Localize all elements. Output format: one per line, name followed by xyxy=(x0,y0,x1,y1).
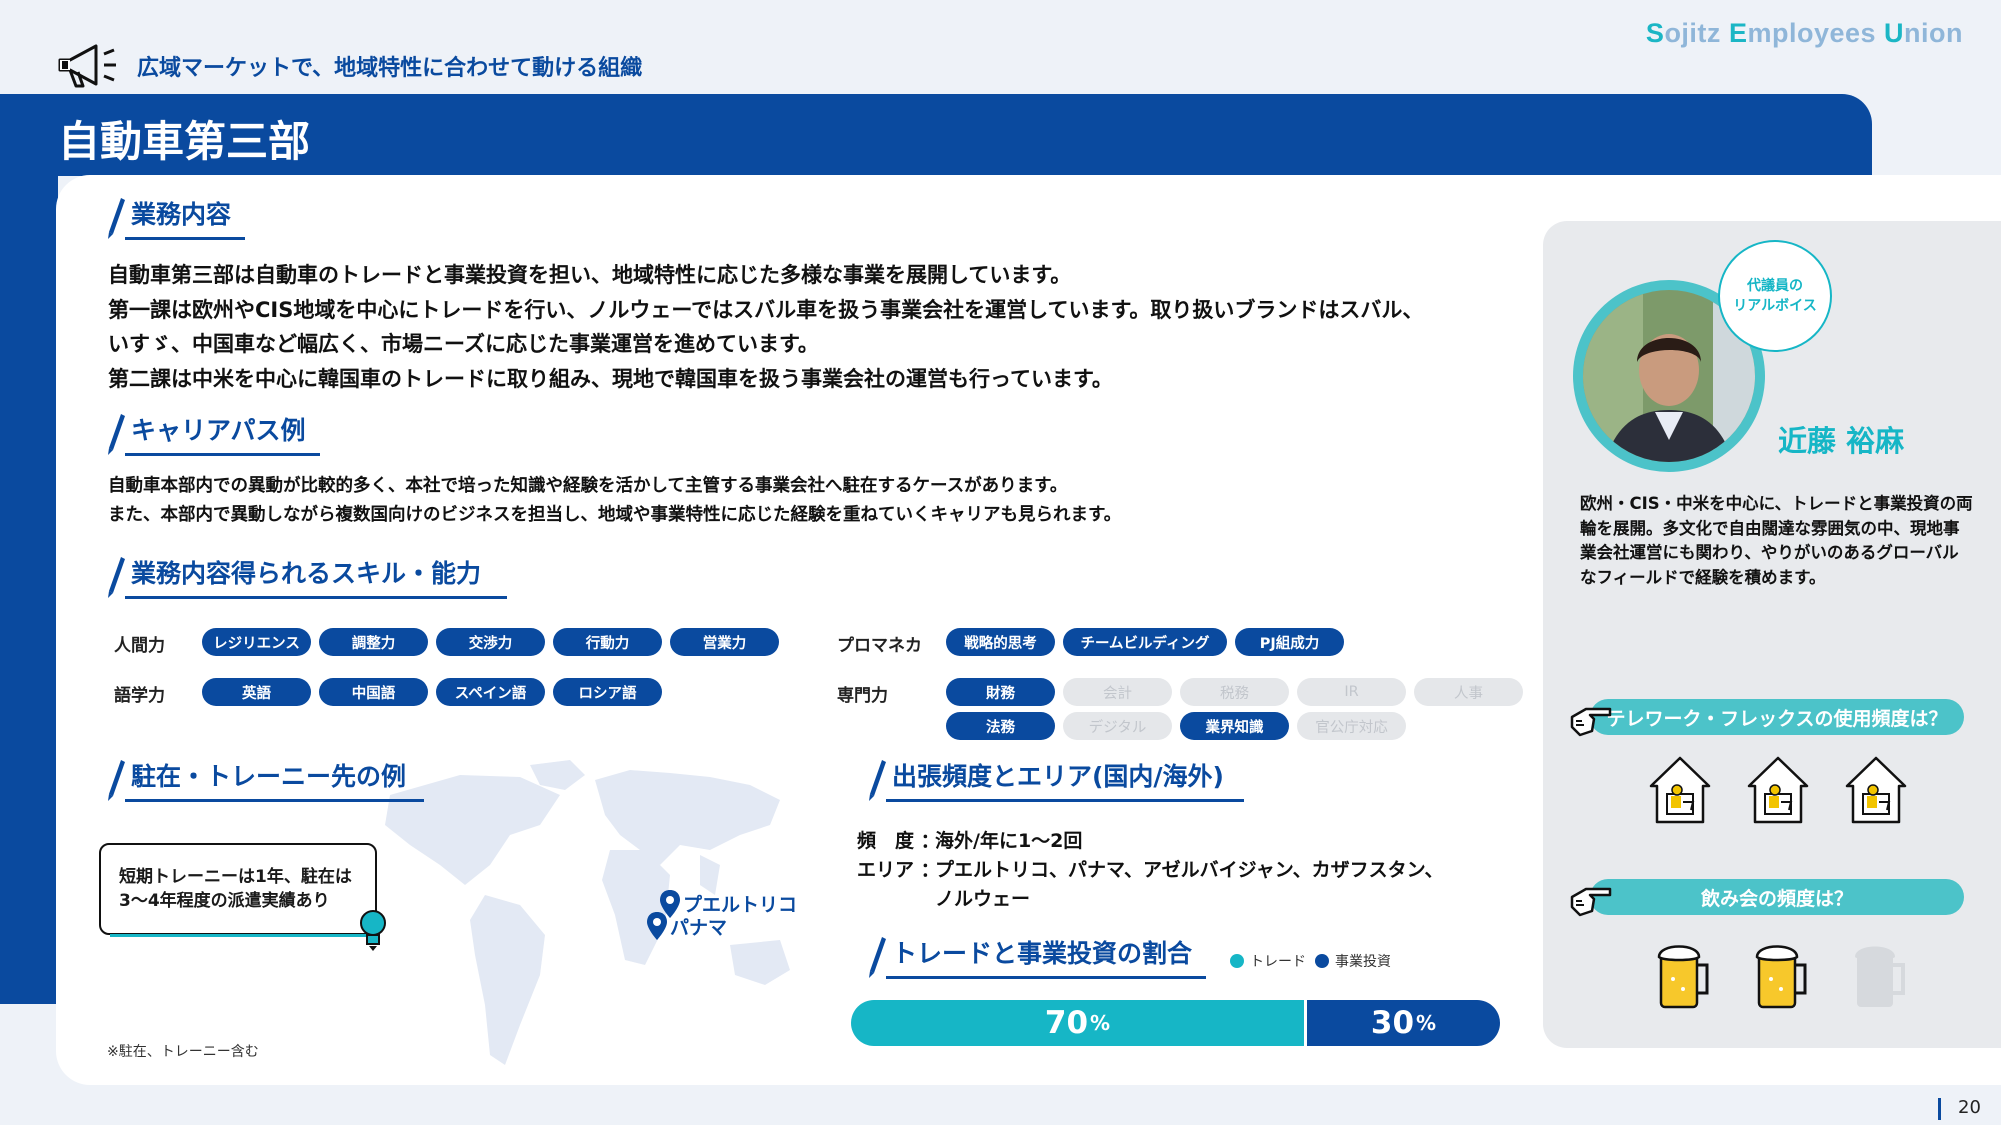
question-drinking: 飲み会の頻度は？ xyxy=(1590,879,1964,915)
section-title: トレードと事業投資の割合 xyxy=(886,934,1207,979)
skill-pill: レジリエンス xyxy=(202,628,311,656)
section-title: 業務内容 xyxy=(125,195,246,240)
section-title: 駐在・トレーニー先の例 xyxy=(125,757,425,802)
page-title: 自動車第三部 xyxy=(58,117,311,166)
brand-logo: Sojitz Employees Union xyxy=(1645,18,1963,48)
footnote: ※駐在、トレーニー含む xyxy=(107,1044,259,1060)
skill-pill: スペイン語 xyxy=(436,678,545,706)
pencil-icon xyxy=(108,557,125,598)
travel-frequency-value: 海外/年に1～2回 xyxy=(935,830,1083,852)
legend-trade: トレード xyxy=(1230,951,1306,971)
skill-label-promanager: プロマネカ xyxy=(837,636,922,656)
section-travel: 出張頻度とエリア(国内/海外) xyxy=(860,756,1244,802)
section-title: キャリアパス例 xyxy=(125,411,320,456)
legend-dot xyxy=(1315,954,1329,968)
skill-pill: 英語 xyxy=(202,678,311,706)
section-business: 業務内容 xyxy=(99,194,246,240)
skill-label-human: 人間力 xyxy=(114,636,165,656)
home-work-icon xyxy=(1747,756,1809,824)
skill-pill: 戦略的思考 xyxy=(946,628,1055,656)
travel-area-value: プエルトリコ、パナマ、アゼルバイジャン、カザフスタン、 xyxy=(935,859,1444,881)
left-accent-band xyxy=(0,176,58,1004)
section-skills: 業務内容得られるスキル・能力 xyxy=(99,553,508,599)
skill-pill-inactive: IR xyxy=(1297,678,1406,706)
skill-label-expertise: 専門力 xyxy=(837,686,888,706)
pencil-icon xyxy=(108,198,125,239)
representative-name: 近藤 裕麻 xyxy=(1778,424,1905,458)
ratio-bar-invest: 30% xyxy=(1307,1000,1500,1046)
pointing-hand-icon xyxy=(1570,887,1612,917)
pointing-hand-icon xyxy=(1570,707,1612,737)
skill-pill-inactive: 人事 xyxy=(1414,678,1523,706)
skill-pill: 中国語 xyxy=(319,678,428,706)
legend-invest: 事業投資 xyxy=(1315,951,1391,971)
section-assignment: 駐在・トレーニー先の例 xyxy=(99,756,425,802)
ratio-bar-trade: 70% xyxy=(851,1000,1304,1046)
skill-pill: 財務 xyxy=(946,678,1055,706)
page-number-bar xyxy=(1938,1098,1941,1120)
legend-dot xyxy=(1230,954,1244,968)
beer-mug-icon xyxy=(1755,945,1807,1009)
lightbulb-icon xyxy=(360,910,386,951)
skill-pill: PJ組成力 xyxy=(1235,628,1344,656)
voice-bubble: 代議員の リアルボイス xyxy=(1718,240,1832,352)
career-text: 自動車本部内での異動が比較的多く、本社で培った知識や経験を活かして主管する事業会… xyxy=(108,476,1122,525)
skill-pill: 営業力 xyxy=(670,628,779,656)
skill-pill: ロシア語 xyxy=(553,678,662,706)
skill-label-language: 語学力 xyxy=(114,686,165,706)
tagline: 広域マーケットで、地域特性に合わせて動ける組織 xyxy=(137,56,643,81)
business-text: 自動車第三部は自動車のトレードと事業投資を担い、地域特性に応じた多様な事業を展開… xyxy=(108,263,1424,391)
section-title: 業務内容得られるスキル・能力 xyxy=(125,554,508,599)
pencil-icon xyxy=(869,760,886,801)
assignment-callout: 短期トレーニーは1年、駐在は 3～4年程度の派遣実績あり xyxy=(99,843,377,935)
callout-underline xyxy=(110,934,372,937)
home-work-icon xyxy=(1845,756,1907,824)
representative-comment: 欧州・CIS・中米を中心に、トレードと事業投資の両輪を展開。多文化で自由闊達な雰… xyxy=(1580,494,1973,587)
travel-area-value: ノルウェー xyxy=(935,888,1031,910)
question-telework: テレワーク・フレックスの使用頻度は？ xyxy=(1590,699,1964,735)
skill-pill: チームビルディング xyxy=(1063,628,1227,656)
pencil-icon xyxy=(108,760,125,801)
skill-pill-inactive: デジタル xyxy=(1063,712,1172,740)
beer-mug-icon xyxy=(1657,945,1709,1009)
skill-pill: 法務 xyxy=(946,712,1055,740)
pin-label: パナマ xyxy=(670,917,728,939)
pencil-icon xyxy=(869,937,886,978)
beer-mug-icon-inactive xyxy=(1855,946,1905,1007)
section-title: 出張頻度とエリア(国内/海外) xyxy=(886,757,1244,802)
pencil-icon xyxy=(108,414,125,455)
skill-pill: 調整力 xyxy=(319,628,428,656)
skill-pill-inactive: 会計 xyxy=(1063,678,1172,706)
page-number: 20 xyxy=(1958,1097,1981,1118)
skill-pill: 行動力 xyxy=(553,628,662,656)
megaphone-icon xyxy=(58,44,116,88)
skill-pill-inactive: 税務 xyxy=(1180,678,1289,706)
travel-frequency-label: 頻 度 ： xyxy=(857,830,940,852)
skill-pill-inactive: 官公庁対応 xyxy=(1297,712,1406,740)
section-career: キャリアパス例 xyxy=(99,410,320,456)
skill-pill: 業界知識 xyxy=(1180,712,1289,740)
map-pin-icon xyxy=(647,912,667,940)
travel-area-label: エリア ： xyxy=(857,859,940,881)
skill-pill: 交渉力 xyxy=(436,628,545,656)
home-work-icon xyxy=(1649,756,1711,824)
section-ratio: トレードと事業投資の割合 xyxy=(860,933,1207,979)
